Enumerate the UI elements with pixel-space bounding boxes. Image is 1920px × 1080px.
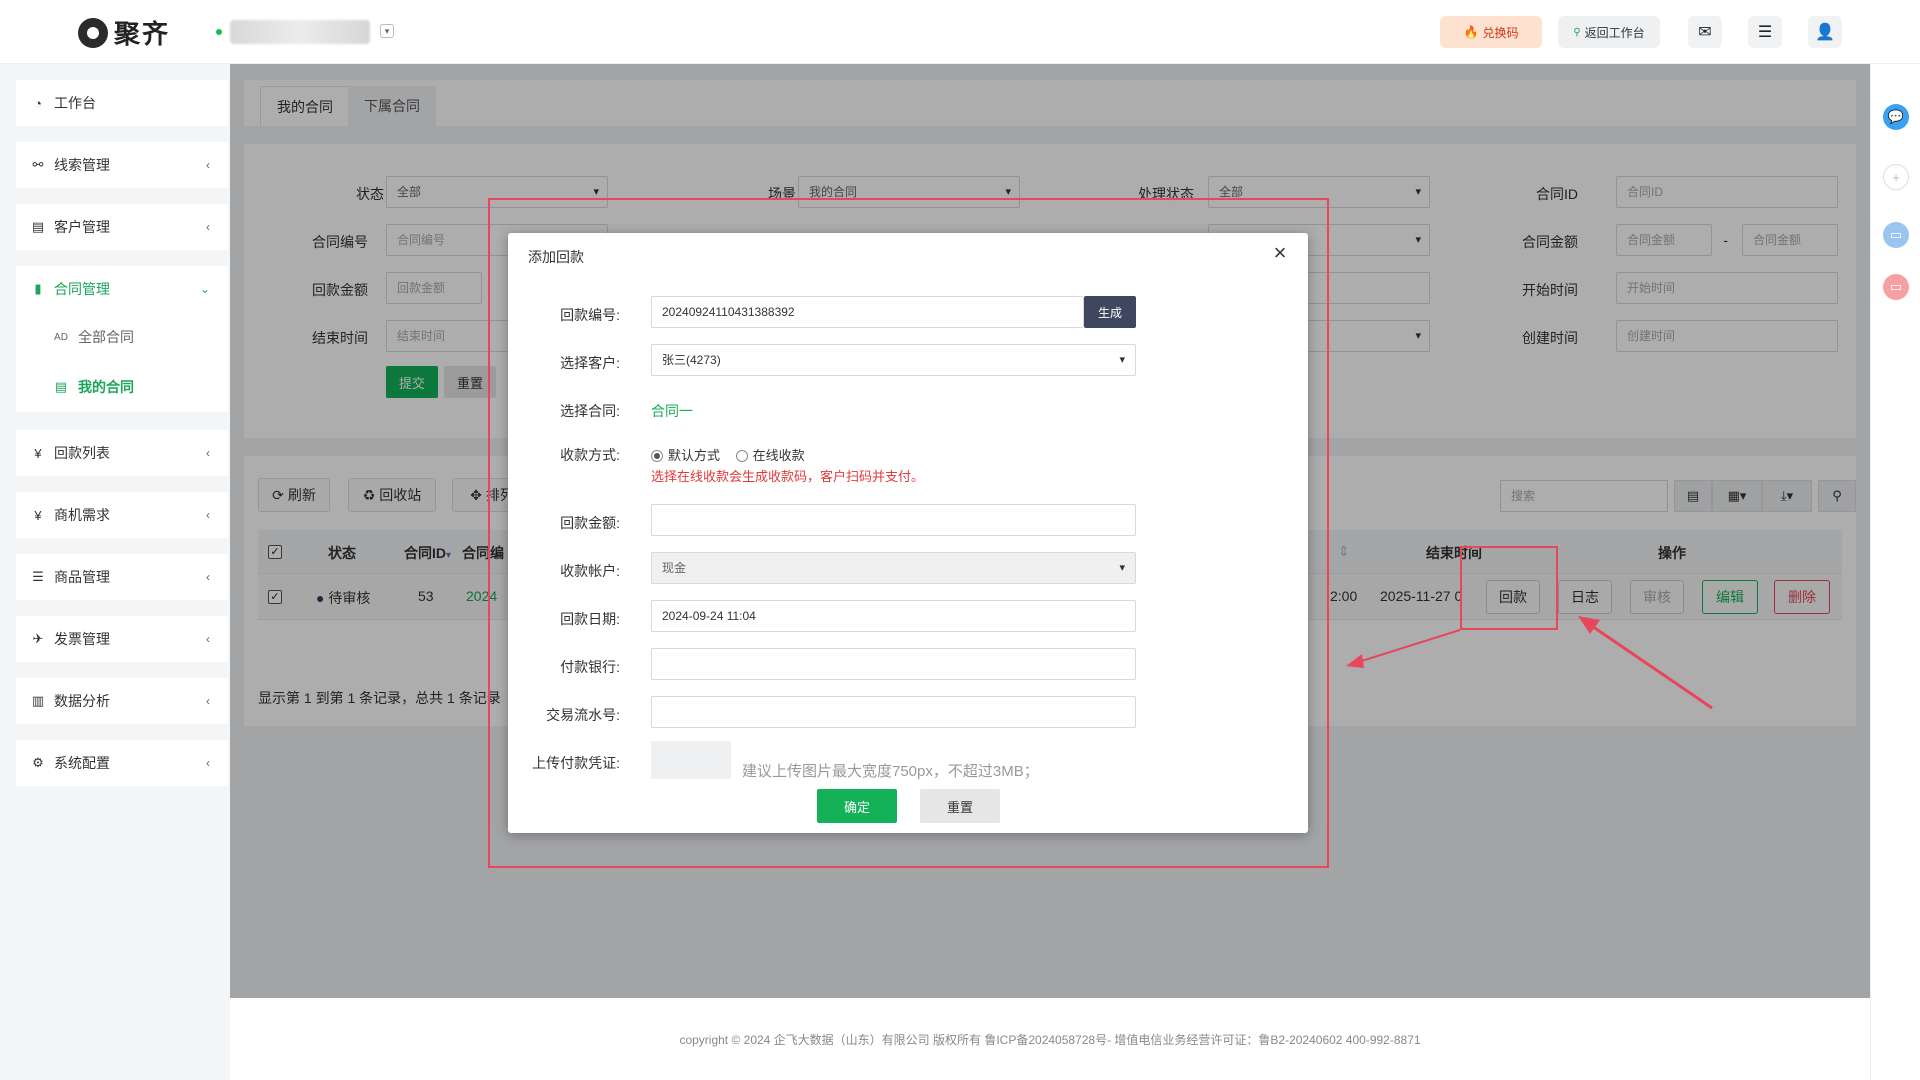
- arrow-line-left: [1351, 629, 1461, 665]
- arrow-head-right: [1578, 616, 1600, 634]
- arrow-head-left: [1346, 654, 1364, 668]
- annotation-arrows: [1346, 616, 1713, 710]
- arrow-line-right: [1585, 620, 1713, 710]
